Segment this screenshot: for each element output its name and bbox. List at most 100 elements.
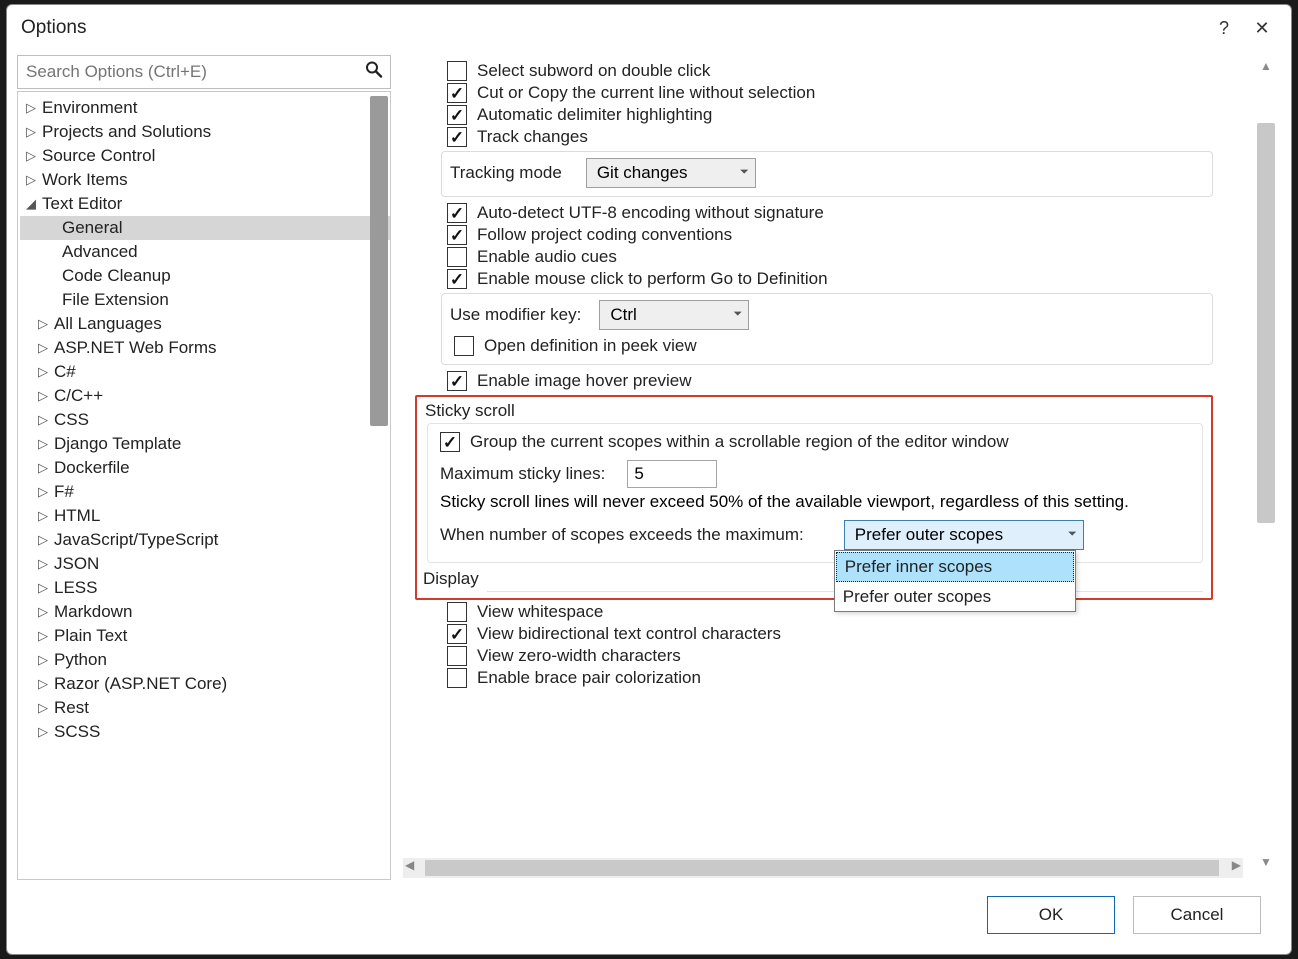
view-zerowidth-checkbox[interactable] [447, 646, 467, 666]
tree-item-label: Work Items [42, 170, 128, 190]
tree-item-all-languages[interactable]: ▷All Languages [20, 312, 390, 336]
tree-item-django-template[interactable]: ▷Django Template [20, 432, 390, 456]
tree-item-environment[interactable]: ▷Environment [20, 96, 390, 120]
tree-expand-icon: ▷ [38, 412, 52, 428]
scope-exceed-label: When number of scopes exceeds the maximu… [440, 525, 804, 545]
ok-button[interactable]: OK [987, 896, 1115, 934]
tree-item-markdown[interactable]: ▷Markdown [20, 600, 390, 624]
peek-view-checkbox[interactable] [454, 336, 474, 356]
track-changes-checkbox[interactable] [447, 127, 467, 147]
tracking-mode-select[interactable]: Git changes⏷ [586, 158, 756, 188]
chevron-down-icon: ⏷ [1068, 528, 1077, 541]
tree-item-asp-net-web-forms[interactable]: ▷ASP.NET Web Forms [20, 336, 390, 360]
scope-exceed-select[interactable]: Prefer outer scopes⏷ [844, 520, 1084, 550]
tree-item-c-[interactable]: ▷C# [20, 360, 390, 384]
options-dialog: Options ? ✕ ▷Environment▷Projects and So… [6, 4, 1292, 955]
tree-item-json[interactable]: ▷JSON [20, 552, 390, 576]
max-sticky-input[interactable] [627, 460, 717, 488]
tree-item-code-cleanup[interactable]: Code Cleanup [20, 264, 390, 288]
tree-item-javascript-typescript[interactable]: ▷JavaScript/TypeScript [20, 528, 390, 552]
tree-expand-icon: ▷ [38, 724, 52, 740]
tracking-mode-label: Tracking mode [450, 163, 562, 183]
view-whitespace-label: View whitespace [477, 602, 603, 622]
vertical-scrollbar[interactable]: ▲ ▼ [1257, 59, 1275, 873]
tree-item-general[interactable]: General [20, 216, 390, 240]
tree-item-html[interactable]: ▷HTML [20, 504, 390, 528]
close-button[interactable]: ✕ [1243, 13, 1281, 43]
audio-cues-checkbox[interactable] [447, 247, 467, 267]
gotodef-checkbox[interactable] [447, 269, 467, 289]
tree-item-label: Text Editor [42, 194, 122, 214]
tree-collapse-icon: ◢ [26, 196, 40, 212]
tree-item-plain-text[interactable]: ▷Plain Text [20, 624, 390, 648]
tree-item-c-c-[interactable]: ▷C/C++ [20, 384, 390, 408]
max-sticky-label: Maximum sticky lines: [440, 464, 605, 484]
scope-option-outer[interactable]: Prefer outer scopes [835, 583, 1075, 611]
tree-item-label: Projects and Solutions [42, 122, 211, 142]
tree-item-f-[interactable]: ▷F# [20, 480, 390, 504]
search-input[interactable] [17, 55, 391, 89]
scope-exceed-dropdown: Prefer inner scopes Prefer outer scopes [834, 550, 1076, 612]
help-button[interactable]: ? [1205, 13, 1243, 43]
peek-view-label: Open definition in peek view [484, 336, 697, 356]
scroll-down-icon[interactable]: ▼ [1257, 855, 1275, 873]
tree-item-scss[interactable]: ▷SCSS [20, 720, 390, 744]
tree-scrollbar[interactable] [370, 96, 388, 426]
tree-item-label: Code Cleanup [62, 266, 171, 286]
brace-color-checkbox[interactable] [447, 668, 467, 688]
tree-expand-icon: ▷ [38, 604, 52, 620]
tree-item-advanced[interactable]: Advanced [20, 240, 390, 264]
settings-panel: ▲ ▼ Select subword on double click Cut o… [401, 55, 1281, 880]
tree-expand-icon: ▷ [38, 700, 52, 716]
auto-utf8-checkbox[interactable] [447, 203, 467, 223]
view-zerowidth-label: View zero-width characters [477, 646, 681, 666]
tree-item-less[interactable]: ▷LESS [20, 576, 390, 600]
view-bidi-checkbox[interactable] [447, 624, 467, 644]
scroll-left-icon[interactable]: ◀ [405, 858, 414, 872]
tree-expand-icon: ▷ [38, 676, 52, 692]
sticky-enable-checkbox[interactable] [440, 432, 460, 452]
select-subword-checkbox[interactable] [447, 61, 467, 81]
tree-expand-icon: ▷ [38, 460, 52, 476]
tree-item-source-control[interactable]: ▷Source Control [20, 144, 390, 168]
tree-item-label: C/C++ [54, 386, 103, 406]
tree-item-dockerfile[interactable]: ▷Dockerfile [20, 456, 390, 480]
tree-item-css[interactable]: ▷CSS [20, 408, 390, 432]
modifier-key-select[interactable]: Ctrl⏷ [599, 300, 749, 330]
cut-copy-line-checkbox[interactable] [447, 83, 467, 103]
tree-item-text-editor[interactable]: ◢Text Editor [20, 192, 390, 216]
tree-item-razor-asp-net-core-[interactable]: ▷Razor (ASP.NET Core) [20, 672, 390, 696]
scroll-up-icon[interactable]: ▲ [1257, 59, 1275, 77]
view-whitespace-checkbox[interactable] [447, 602, 467, 622]
auto-delim-checkbox[interactable] [447, 105, 467, 125]
tracking-mode-group: Tracking mode Git changes⏷ [441, 151, 1213, 197]
cut-copy-line-label: Cut or Copy the current line without sel… [477, 83, 815, 103]
tree-expand-icon: ▷ [26, 172, 40, 188]
scope-option-inner[interactable]: Prefer inner scopes [836, 552, 1074, 582]
tree-item-rest[interactable]: ▷Rest [20, 696, 390, 720]
gotodef-group: Use modifier key: Ctrl⏷ Open definition … [441, 293, 1213, 365]
gotodef-label: Enable mouse click to perform Go to Defi… [477, 269, 828, 289]
follow-conventions-checkbox[interactable] [447, 225, 467, 245]
auto-utf8-label: Auto-detect UTF-8 encoding without signa… [477, 203, 824, 223]
tree-expand-icon: ▷ [38, 508, 52, 524]
scroll-right-icon[interactable]: ▶ [1232, 858, 1241, 872]
brace-color-label: Enable brace pair colorization [477, 668, 701, 688]
tree-expand-icon: ▷ [38, 364, 52, 380]
scroll-thumb[interactable] [1257, 123, 1275, 523]
search-icon[interactable] [365, 61, 383, 84]
hscroll-thumb[interactable] [425, 860, 1219, 876]
cancel-button[interactable]: Cancel [1133, 896, 1261, 934]
image-hover-checkbox[interactable] [447, 371, 467, 391]
tree-item-label: Source Control [42, 146, 155, 166]
tree-item-label: All Languages [54, 314, 162, 334]
follow-conventions-label: Follow project coding conventions [477, 225, 732, 245]
tree-item-projects-and-solutions[interactable]: ▷Projects and Solutions [20, 120, 390, 144]
tree-item-python[interactable]: ▷Python [20, 648, 390, 672]
tree-item-work-items[interactable]: ▷Work Items [20, 168, 390, 192]
tree-item-file-extension[interactable]: File Extension [20, 288, 390, 312]
options-tree[interactable]: ▷Environment▷Projects and Solutions▷Sour… [17, 91, 391, 880]
tree-item-label: Dockerfile [54, 458, 130, 478]
tree-expand-icon: ▷ [38, 316, 52, 332]
horizontal-scrollbar[interactable]: ◀ ▶ [403, 858, 1243, 878]
